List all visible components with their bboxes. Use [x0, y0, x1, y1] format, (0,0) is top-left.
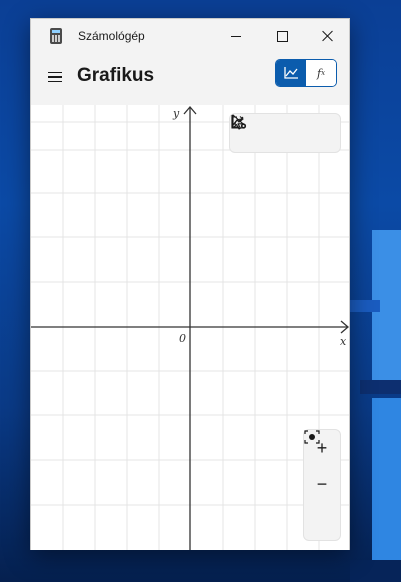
- maximize-button[interactable]: [259, 19, 305, 53]
- wallpaper-pane: [350, 560, 401, 582]
- reset-view-button[interactable]: [304, 430, 336, 536]
- origin-label: 0: [179, 332, 186, 345]
- hamburger-icon: [48, 71, 62, 74]
- function-subscript: x: [321, 69, 326, 77]
- hamburger-icon-line: [48, 80, 62, 83]
- calculator-window: Számológép Grafikus fx x y 0 + −: [30, 18, 350, 550]
- graph-grid: x y 0: [31, 105, 349, 550]
- x-axis-label: x: [340, 335, 347, 348]
- fit-view-icon: [304, 430, 320, 444]
- mode-toggle: fx: [275, 59, 337, 87]
- title-bar[interactable]: Számológép: [31, 19, 349, 53]
- maximize-icon: [276, 30, 288, 42]
- close-icon: [322, 30, 334, 42]
- graph-settings-icon: [231, 115, 247, 129]
- header: Grafikus fx: [31, 53, 349, 105]
- page-title: Grafikus: [77, 65, 155, 86]
- zoom-out-button[interactable]: −: [308, 471, 336, 499]
- minimize-button[interactable]: [213, 19, 259, 53]
- wallpaper-pane: [372, 398, 401, 568]
- wallpaper-pane: [350, 300, 380, 312]
- share-button[interactable]: [231, 116, 299, 147]
- hamburger-menu-button[interactable]: [41, 63, 69, 91]
- hamburger-icon-line: [48, 76, 62, 78]
- y-axis-label: y: [172, 107, 180, 120]
- graph-canvas[interactable]: x y 0 + −: [31, 105, 349, 550]
- graph-toolbar: [229, 113, 341, 153]
- minimize-icon: [231, 35, 241, 37]
- function-mode-button[interactable]: fx: [306, 60, 336, 86]
- wallpaper-pane: [360, 380, 401, 394]
- app-title: Számológép: [78, 29, 145, 43]
- graph-icon: [284, 67, 298, 79]
- zoom-controls: + −: [303, 429, 341, 541]
- calculator-icon: [50, 28, 62, 44]
- close-button[interactable]: [305, 19, 351, 53]
- graph-settings-button[interactable]: [231, 115, 336, 147]
- graph-mode-button[interactable]: [276, 60, 306, 86]
